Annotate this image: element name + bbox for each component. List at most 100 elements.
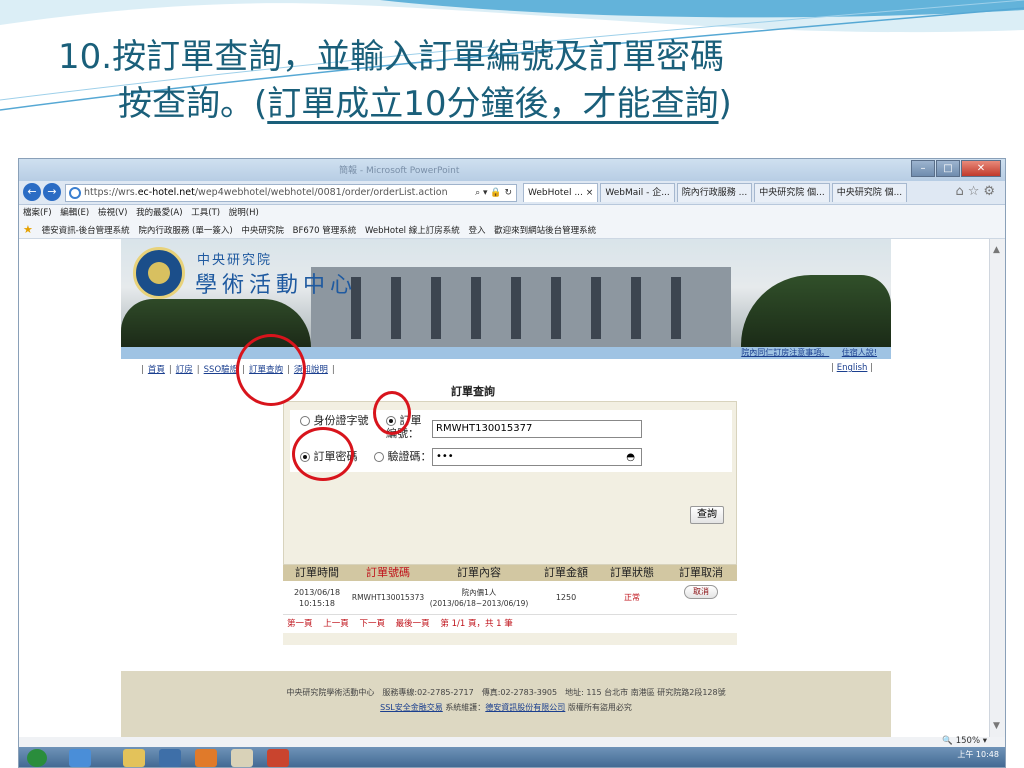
menu-favorites[interactable]: 我的最愛(A) <box>136 208 182 218</box>
col-order-no: 訂單號碼 <box>366 566 410 579</box>
site-footer: 中央研究院學術活動中心 服務專線:02-2785-2717 傳真:02-2783… <box>121 671 891 737</box>
fav-item[interactable]: 中央研究院 <box>241 226 284 236</box>
start-icon[interactable] <box>27 749 47 767</box>
maximize-icon[interactable]: □ <box>936 160 960 177</box>
site-nav: | 首頁 | 訂房 | SSO驗證 | 訂單查詢 | 須知說明 | <box>141 365 335 375</box>
order-no-option[interactable]: 訂單編號： <box>386 414 426 440</box>
password-input[interactable]: ••• ◓ <box>432 448 642 466</box>
nav-order-query[interactable]: 訂單查詢 <box>249 365 283 375</box>
cell-amount: 1250 <box>555 593 577 602</box>
id-radio[interactable] <box>300 416 310 426</box>
cell-cancel: 取消 <box>665 581 737 614</box>
tab-admin-service[interactable]: 院內行政服務 ... <box>676 183 753 202</box>
menu-tools[interactable]: 工具(T) <box>191 208 220 218</box>
cancel-order-button[interactable]: 取消 <box>684 585 718 599</box>
query-box: 身份證字號 訂單編號： RMWHT130015377 訂單密碼 驗證碼： •••… <box>283 401 737 565</box>
cell-status: 正常 <box>624 593 640 602</box>
scroll-down-icon[interactable]: ▼ <box>993 721 1000 731</box>
col-cancel: 訂單取消 <box>679 566 723 579</box>
window-controls: – □ ✕ <box>910 160 1001 177</box>
window-title: 簡報 - Microsoft PowerPoint <box>339 166 460 176</box>
english-link[interactable]: English <box>837 363 868 373</box>
powerpoint-icon[interactable] <box>267 749 289 767</box>
pager-info: 第 1/1 頁，共 1 筆 <box>440 619 513 629</box>
building-image <box>311 267 731 347</box>
pager-prev[interactable]: 上一頁 <box>323 619 349 629</box>
address-tools-icon[interactable]: ⌕ ▾ 🔒 ↻ <box>475 185 512 201</box>
menu-view[interactable]: 檢視(V) <box>98 208 127 218</box>
tab-close-icon[interactable]: × <box>586 188 594 198</box>
close-icon[interactable]: ✕ <box>961 160 1001 177</box>
org-name: 中央研究院 <box>197 253 273 268</box>
home-star-gear-icons[interactable]: ⌂☆⚙ <box>955 184 999 199</box>
password-radio[interactable] <box>300 452 310 462</box>
folder-icon[interactable] <box>123 749 145 767</box>
col-amount: 訂單金額 <box>544 566 588 579</box>
menu-file[interactable]: 檔案(F) <box>23 208 52 218</box>
pager: 第一頁 上一頁 下一頁 最後一頁 第 1/1 頁，共 1 筆 <box>283 615 737 633</box>
trees-right <box>741 275 891 347</box>
maintainer-link[interactable]: 德安資訊股份有限公司 <box>485 703 565 712</box>
fav-item[interactable]: 歡迎來到網站後台管理系統 <box>494 226 596 236</box>
fav-item[interactable]: 德安資訊-後台管理系統 <box>42 226 130 236</box>
id-option[interactable]: 身份證字號 <box>300 414 372 427</box>
notice-bar: 院內同仁訂房注意事項。 住宿人說! <box>121 347 891 359</box>
table-row: 2013/06/18 10:15:18 RMWHT130015373 院內價1人(… <box>283 581 737 615</box>
menu-help[interactable]: 說明(H) <box>229 208 259 218</box>
taskbar: 上午 10:48 <box>19 747 1005 767</box>
lodging-link[interactable]: 住宿人說! <box>842 348 877 357</box>
notice-link[interactable]: 院內同仁訂房注意事項。 <box>741 348 829 357</box>
nav-booking[interactable]: 訂房 <box>176 365 193 375</box>
tab-webhotel[interactable]: WebHotel ... × <box>523 183 599 202</box>
results-table: 訂單時間 訂單號碼 訂單內容 訂單金額 訂單狀態 訂單取消 2013/06/18… <box>283 565 737 645</box>
captcha-radio[interactable] <box>374 452 384 462</box>
back-icon[interactable]: ← <box>23 183 41 201</box>
fav-item[interactable]: 院內行政服務 (單一簽入) <box>138 226 232 236</box>
fav-item[interactable]: WebHotel 線上訂房系統 <box>365 226 460 236</box>
password-option[interactable]: 訂單密碼 <box>300 450 358 463</box>
nav-home[interactable]: 首頁 <box>148 365 165 375</box>
app-icon[interactable] <box>159 749 181 767</box>
sinica-logo <box>133 247 185 299</box>
order-no-radio[interactable] <box>386 416 396 426</box>
ie-taskbar-icon[interactable] <box>69 749 91 767</box>
captcha-option[interactable]: 驗證碼： <box>374 450 432 463</box>
menu-edit[interactable]: 編輯(E) <box>60 208 89 218</box>
ssl-link[interactable]: SSL安全金融交易 <box>380 703 443 712</box>
nav-notes[interactable]: 須知說明 <box>294 365 328 375</box>
address-bar[interactable]: https://wrs.ec-hotel.net/wep4webhotel/we… <box>65 184 517 202</box>
outlook-icon[interactable] <box>195 749 217 767</box>
slide-title: 10.按訂單查詢，並輸入訂單編號及訂單密碼 按查詢。(訂單成立10分鐘後，才能查… <box>58 34 978 128</box>
reveal-password-icon[interactable]: ◓ <box>626 450 635 466</box>
home-app-icon[interactable] <box>231 749 253 767</box>
footer-contact: 中央研究院學術活動中心 服務專線:02-2785-2717 傳真:02-2783… <box>286 688 726 697</box>
minimize-icon[interactable]: – <box>911 160 935 177</box>
vertical-scrollbar[interactable]: ▲ ▼ <box>989 239 1005 737</box>
pager-next[interactable]: 下一頁 <box>359 619 385 629</box>
order-no-input[interactable]: RMWHT130015377 <box>432 420 642 438</box>
pager-first[interactable]: 第一頁 <box>287 619 313 629</box>
query-button[interactable]: 查詢 <box>690 506 724 524</box>
scroll-up-icon[interactable]: ▲ <box>993 245 1000 255</box>
favorites-star-icon[interactable]: ★ <box>23 223 33 236</box>
tab-sinica-1[interactable]: 中央研究院 個... <box>754 183 830 202</box>
favorites-bar: ★ 德安資訊-後台管理系統 院內行政服務 (單一簽入) 中央研究院 BF670 … <box>19 221 1005 239</box>
tab-sinica-2[interactable]: 中央研究院 個... <box>831 183 908 202</box>
zoom-level[interactable]: 🔍 150% ▾ <box>942 736 987 746</box>
nav-sso[interactable]: SSO驗證 <box>204 365 238 375</box>
cell-time: 2013/06/18 10:15:18 <box>293 587 341 608</box>
query-form: 身份證字號 訂單編號： RMWHT130015377 訂單密碼 驗證碼： •••… <box>290 410 732 472</box>
forward-icon[interactable]: → <box>43 183 61 201</box>
hotel-page: 中央研究院 學術活動中心 院內同仁訂房注意事項。 住宿人說! | 首頁 | 訂房 | SS… <box>121 239 891 737</box>
col-content: 訂單內容 <box>457 566 501 579</box>
title-note: 訂單成立10分鐘後，才能查詢 <box>267 84 719 124</box>
fav-item[interactable]: 登入 <box>468 226 485 236</box>
tab-webmail[interactable]: WebMail - 企... <box>600 183 675 202</box>
cell-content: 院內價1人 (2013/06/18~2013/06/19) <box>429 587 529 608</box>
page-viewport: 中央研究院 學術活動中心 院內同仁訂房注意事項。 住宿人說! | 首頁 | 訂房 | SS… <box>19 239 991 737</box>
clock: 上午 10:48 <box>957 750 999 759</box>
fav-item[interactable]: BF670 管理系統 <box>293 226 357 236</box>
center-name: 學術活動中心 <box>195 273 358 298</box>
pager-last[interactable]: 最後一頁 <box>396 619 430 629</box>
browser-screenshot: 簡報 - Microsoft PowerPoint – □ ✕ ← → http… <box>18 158 1006 768</box>
